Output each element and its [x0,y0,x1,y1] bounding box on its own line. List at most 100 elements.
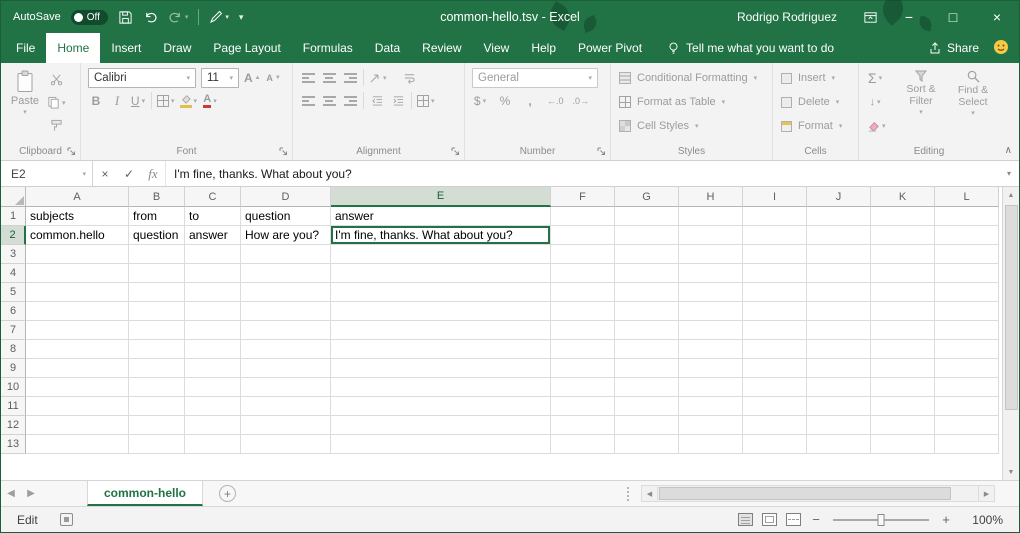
cell-D5[interactable] [241,283,331,302]
cell-F11[interactable] [551,397,615,416]
cell-J12[interactable] [807,416,871,435]
tab-help[interactable]: Help [520,33,567,63]
cell-L2[interactable] [935,226,999,245]
cell-G8[interactable] [615,340,679,359]
cell-E11[interactable] [331,397,551,416]
expand-formula-bar-button[interactable]: ▾ [999,161,1019,186]
cell-E9[interactable] [331,359,551,378]
increase-decimal-button[interactable]: ←.0 [547,91,564,110]
cell-styles-button[interactable]: Cell Styles ▾ [611,114,772,138]
cell-C13[interactable] [185,435,241,454]
cell-L12[interactable] [935,416,999,435]
cell-G7[interactable] [615,321,679,340]
cell-B4[interactable] [129,264,185,283]
cell-J2[interactable] [807,226,871,245]
cell-F13[interactable] [551,435,615,454]
cell-K5[interactable] [871,283,935,302]
comma-style-button[interactable]: , [522,91,538,110]
format-as-table-button[interactable]: Format as Table ▾ [611,90,772,114]
save-button[interactable] [118,10,133,25]
cell-A6[interactable] [26,302,129,321]
row-header-3[interactable]: 3 [1,245,26,264]
cell-A11[interactable] [26,397,129,416]
grow-font-button[interactable]: A▲ [244,68,261,87]
cell-K11[interactable] [871,397,935,416]
undo-button[interactable] [143,10,158,25]
cell-L6[interactable] [935,302,999,321]
clear-button[interactable]: ▾ [867,116,886,135]
redo-button[interactable]: ▾ [168,10,189,25]
cell-L4[interactable] [935,264,999,283]
cell-F8[interactable] [551,340,615,359]
vertical-scroll-thumb[interactable] [1005,205,1018,410]
font-color-button[interactable]: A▾ [202,91,218,110]
shrink-font-button[interactable]: A▼ [266,68,282,87]
cell-I3[interactable] [743,245,807,264]
align-middle-button[interactable] [321,68,337,87]
cell-J5[interactable] [807,283,871,302]
cell-K2[interactable] [871,226,935,245]
cell-C10[interactable] [185,378,241,397]
row-header-12[interactable]: 12 [1,416,26,435]
increase-indent-button[interactable] [390,91,406,110]
zoom-out-button[interactable]: − [810,512,822,527]
cell-I10[interactable] [743,378,807,397]
orientation-button[interactable]: ▾ [369,68,387,87]
font-dialog-launcher[interactable] [279,147,288,156]
cell-J1[interactable] [807,207,871,226]
cancel-entry-button[interactable]: × [93,167,117,181]
cut-button[interactable] [47,70,66,89]
row-header-6[interactable]: 6 [1,302,26,321]
align-bottom-button[interactable] [342,68,358,87]
cell-G6[interactable] [615,302,679,321]
cell-J9[interactable] [807,359,871,378]
cell-K1[interactable] [871,207,935,226]
sheet-tab-common-hello[interactable]: common-hello [87,481,203,506]
cell-F12[interactable] [551,416,615,435]
new-sheet-button[interactable]: + [219,485,236,502]
column-header-A[interactable]: A [26,187,129,207]
conditional-formatting-button[interactable]: Conditional Formatting ▾ [611,66,772,90]
previous-sheet-arrow[interactable]: ◀ [1,488,21,499]
tab-page-layout[interactable]: Page Layout [202,33,291,63]
find-select-button[interactable]: Find & Select ▾ [949,68,997,135]
cell-F10[interactable] [551,378,615,397]
formula-input[interactable]: I'm fine, thanks. What about you? [166,161,999,186]
maximize-button[interactable]: □ [931,1,975,33]
cell-I6[interactable] [743,302,807,321]
column-header-K[interactable]: K [871,187,935,207]
clipboard-dialog-launcher[interactable] [67,147,76,156]
align-right-button[interactable] [342,91,358,110]
cell-I7[interactable] [743,321,807,340]
cell-B11[interactable] [129,397,185,416]
column-header-C[interactable]: C [185,187,241,207]
cell-C6[interactable] [185,302,241,321]
cell-J3[interactable] [807,245,871,264]
row-header-1[interactable]: 1 [1,207,26,226]
cell-A9[interactable] [26,359,129,378]
customize-toolbar-button[interactable]: ▾ [239,12,244,23]
cell-H2[interactable] [679,226,743,245]
cell-L1[interactable] [935,207,999,226]
cell-H10[interactable] [679,378,743,397]
row-header-11[interactable]: 11 [1,397,26,416]
scroll-up-arrow[interactable]: ▲ [1003,187,1020,203]
cell-F4[interactable] [551,264,615,283]
page-layout-view-button[interactable] [762,513,777,526]
cell-G9[interactable] [615,359,679,378]
row-header-7[interactable]: 7 [1,321,26,340]
cell-H3[interactable] [679,245,743,264]
select-all-corner[interactable] [1,187,26,207]
minimize-button[interactable]: − [887,1,931,33]
cell-C8[interactable] [185,340,241,359]
cell-G3[interactable] [615,245,679,264]
autosave-toggle[interactable]: Off [71,10,108,25]
cell-F1[interactable] [551,207,615,226]
next-sheet-arrow[interactable]: ▶ [21,488,41,499]
cell-I11[interactable] [743,397,807,416]
cell-E3[interactable] [331,245,551,264]
cell-E5[interactable] [331,283,551,302]
cell-B13[interactable] [129,435,185,454]
paste-button[interactable]: Paste ▾ [7,68,43,135]
normal-view-button[interactable] [738,513,753,526]
